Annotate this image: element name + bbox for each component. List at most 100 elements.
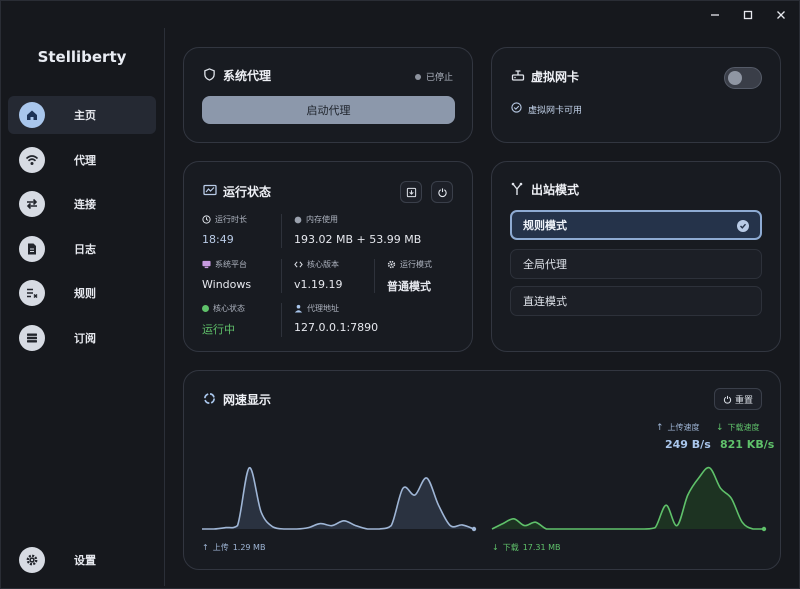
proxy-status-text: 已停止: [425, 73, 453, 83]
sidebar-item-label: 连接: [74, 198, 96, 211]
download-speed-label-wrap: ↓ 下载速度: [716, 422, 760, 433]
mode-option-label: 规则模式: [523, 219, 567, 232]
status-dot: [202, 305, 209, 312]
upload-speed-label-wrap: ↑ 上传速度: [656, 422, 700, 433]
core-version-label-wrap: 核心版本: [294, 259, 339, 270]
sidebar: Stelliberty 主页 代理 连接 日志 规则 订阅 设置: [0, 0, 164, 589]
sidebar-item-label: 规则: [74, 287, 96, 300]
download-speed-value: 821 KB/s: [720, 438, 775, 451]
uptime-value: 18:49: [202, 233, 234, 246]
upload-total-label: 上传: [212, 543, 229, 552]
check-icon: [737, 220, 749, 232]
settings-label: 设置: [74, 554, 96, 567]
download-total-label: 下载: [502, 543, 519, 552]
sidebar-item-rules[interactable]: 规则: [8, 274, 156, 312]
arrow-down-icon: ↓: [716, 422, 724, 433]
loading-icon: [204, 393, 215, 404]
mode-option-global[interactable]: 全局代理: [510, 249, 762, 279]
tun-toggle[interactable]: [724, 67, 762, 89]
gear-icon: [19, 547, 45, 573]
outbound-title: 出站模式: [531, 183, 580, 197]
upload-speed-label: 上传速度: [667, 423, 700, 432]
export-button[interactable]: [400, 181, 422, 203]
platform-value: Windows: [202, 278, 252, 291]
memory-icon: [294, 216, 302, 223]
system-proxy-title: 系统代理: [223, 69, 272, 83]
arrow-down-icon: ↓: [492, 543, 499, 552]
tun-card: 虚拟网卡 虚拟网卡可用: [491, 47, 781, 143]
download-series-endpoint: [761, 526, 767, 532]
fork-icon: [511, 182, 523, 195]
mode-option-label: 直连模式: [523, 295, 567, 308]
divider: [281, 303, 282, 337]
sidebar-item-logs[interactable]: 日志: [8, 230, 156, 268]
runtime-title: 运行状态: [223, 185, 272, 199]
core-status-label-wrap: 核心状态: [202, 303, 245, 314]
system-proxy-card: 系统代理 已停止 启动代理: [183, 47, 473, 143]
upload-series-endpoint: [471, 526, 477, 532]
proxy-addr-value: 127.0.0.1:7890: [294, 321, 379, 334]
platform-label: 系统平台: [215, 260, 247, 269]
gear-icon: [387, 260, 396, 269]
uptime-label-wrap: 运行时长: [202, 214, 247, 225]
upload-total-value: 1.29 MB: [232, 543, 266, 552]
divider: [281, 214, 282, 248]
tun-status-text: 虚拟网卡可用: [528, 106, 583, 116]
monitor-icon: [203, 184, 217, 196]
sidebar-divider: [164, 28, 165, 586]
reset-button[interactable]: 重置: [714, 388, 762, 410]
code-icon: [294, 261, 303, 268]
mode-option-label: 全局代理: [523, 258, 567, 271]
speed-chart: [201, 466, 767, 532]
mode-option-direct[interactable]: 直连模式: [510, 286, 762, 316]
user-icon: [294, 304, 303, 313]
mode-option-rule[interactable]: 规则模式: [510, 210, 762, 240]
download-speed-label: 下载速度: [727, 423, 760, 432]
download-total-wrap: ↓ 下载 17.31 MB: [492, 542, 561, 553]
run-mode-value: 普通模式: [387, 280, 431, 293]
minimize-button[interactable]: [706, 6, 724, 24]
document-icon: [19, 236, 45, 262]
core-status-value: 运行中: [202, 323, 235, 336]
core-status-label: 核心状态: [213, 304, 245, 313]
sidebar-item-subscriptions[interactable]: 订阅: [8, 319, 156, 357]
sidebar-item-home[interactable]: 主页: [8, 96, 156, 134]
upload-total-wrap: ↑ 上传 1.29 MB: [202, 542, 265, 553]
clock-icon: [202, 215, 211, 224]
sidebar-item-label: 订阅: [74, 332, 96, 345]
close-button[interactable]: [772, 6, 790, 24]
arrow-up-icon: ↑: [656, 422, 664, 433]
tun-title: 虚拟网卡: [531, 70, 580, 84]
rules-icon: [19, 280, 45, 306]
sidebar-item-proxy[interactable]: 代理: [8, 141, 156, 179]
sidebar-item-settings[interactable]: 设置: [8, 541, 156, 579]
upload-speed-value: 249 B/s: [665, 438, 711, 451]
uptime-label: 运行时长: [215, 215, 247, 224]
shield-icon: [204, 68, 215, 81]
speed-card: 网速显示 重置 ↑ 上传速度 249 B/s ↓ 下载速度 821 KB/s ↑…: [183, 370, 781, 570]
core-version-value: v1.19.19: [294, 278, 343, 291]
status-dot: [414, 73, 421, 80]
memory-value: 193.02 MB + 53.99 MB: [294, 233, 422, 246]
divider: [281, 259, 282, 293]
download-total-value: 17.31 MB: [522, 543, 561, 552]
sidebar-item-label: 主页: [74, 109, 96, 122]
sidebar-item-label: 日志: [74, 243, 96, 256]
maximize-button[interactable]: [739, 6, 757, 24]
sidebar-item-connections[interactable]: 连接: [8, 185, 156, 223]
app-title: Stelliberty: [37, 48, 127, 66]
start-proxy-button[interactable]: 启动代理: [202, 96, 455, 124]
arrow-up-icon: ↑: [202, 543, 209, 552]
download-series-area: [492, 467, 764, 529]
home-icon: [19, 102, 45, 128]
restart-core-button[interactable]: [431, 181, 453, 203]
proxy-addr-label: 代理地址: [307, 304, 339, 313]
maximize-icon: [743, 10, 753, 20]
run-mode-label-wrap: 运行模式: [387, 259, 432, 270]
power-icon: [723, 395, 732, 404]
reset-label: 重置: [734, 395, 753, 406]
proxy-addr-label-wrap: 代理地址: [294, 303, 339, 314]
divider: [374, 259, 375, 293]
speed-title: 网速显示: [223, 393, 272, 407]
power-icon: [437, 187, 447, 197]
